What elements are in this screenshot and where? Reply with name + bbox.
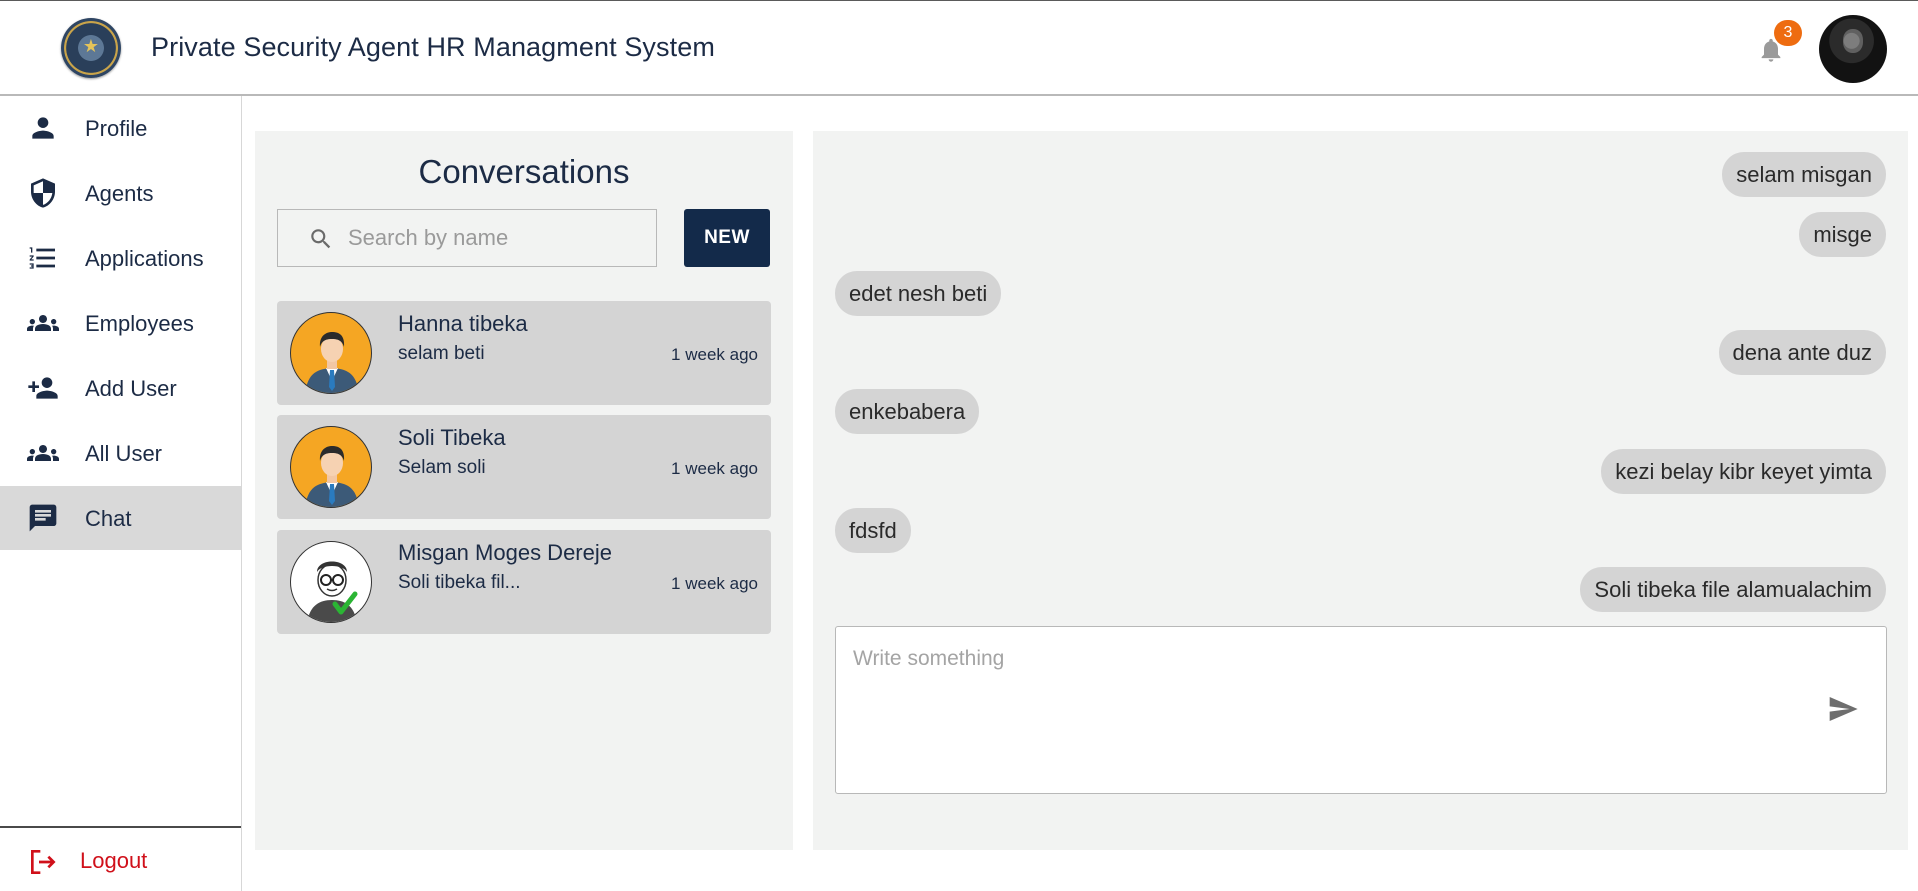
message-time: 1 week ago — [671, 345, 758, 364]
sidebar: Profile Agents Applications Employees Ad… — [0, 96, 242, 891]
sidebar-item-agents[interactable]: Agents — [0, 161, 241, 225]
user-avatar[interactable] — [1819, 15, 1887, 83]
sidebar-divider — [0, 826, 241, 828]
contact-name: Hanna tibeka — [398, 311, 528, 336]
send-icon[interactable] — [1826, 693, 1860, 725]
conversation-item[interactable]: Hanna tibeka selam beti 1 week ago — [277, 301, 771, 405]
sidebar-item-label: Applications — [85, 246, 204, 271]
contact-name: Misgan Moges Dereje — [398, 540, 612, 565]
sidebar-item-label: Profile — [85, 116, 148, 141]
conversations-panel: Conversations NEW Hanna tibeka selam bet… — [255, 131, 793, 850]
sidebar-item-label: Chat — [85, 506, 132, 531]
last-message: Selam soli — [398, 457, 486, 478]
contact-name: Soli Tibeka — [398, 425, 506, 450]
contact-avatar — [290, 541, 372, 623]
sidebar-item-label: All User — [85, 441, 163, 466]
sidebar-item-applications[interactable]: Applications — [0, 226, 241, 290]
verified-user-avatar-icon — [307, 561, 358, 622]
person-add-icon — [28, 377, 58, 399]
notification-badge: 3 — [1774, 20, 1802, 46]
group-icon — [27, 445, 59, 461]
app-title: Private Security Agent HR Managment Syst… — [151, 32, 715, 62]
message-composer — [835, 626, 1887, 794]
last-message: Soli tibeka fil... — [398, 572, 521, 593]
sidebar-item-all-user[interactable]: All User — [0, 421, 241, 485]
top-header: ★ Private Security Agent HR Managment Sy… — [0, 0, 1918, 96]
person-icon — [32, 117, 54, 139]
list-icon — [29, 247, 55, 269]
sidebar-item-add-user[interactable]: Add User — [0, 356, 241, 420]
businessman-avatar-icon — [305, 446, 359, 507]
logout-icon — [31, 850, 56, 874]
conversation-item[interactable]: Soli Tibeka Selam soli 1 week ago — [277, 415, 771, 519]
new-conversation-button[interactable]: NEW — [684, 209, 770, 267]
shield-icon — [31, 178, 55, 208]
message-bubble-incoming: fdsfd — [835, 508, 911, 553]
search-box — [277, 209, 657, 267]
message-time: 1 week ago — [671, 459, 758, 478]
chat-icon — [29, 504, 57, 532]
message-bubble-incoming: enkebabera — [835, 389, 980, 434]
agency-logo: ★ — [61, 18, 121, 78]
sidebar-item-label: Add User — [85, 376, 177, 401]
message-bubble-outgoing: kezi belay kibr keyet yimta — [1601, 449, 1886, 494]
message-input[interactable] — [853, 647, 1753, 767]
message-bubble-outgoing: Soli tibeka file alamualachim — [1580, 567, 1886, 612]
conversation-item[interactable]: Misgan Moges Dereje Soli tibeka fil... 1… — [277, 530, 771, 634]
message-time: 1 week ago — [671, 574, 758, 593]
sidebar-item-profile[interactable]: Profile — [0, 96, 241, 160]
last-message: selam beti — [398, 343, 485, 364]
search-input[interactable] — [348, 224, 638, 252]
businessman-avatar-icon — [305, 332, 359, 393]
logout-button[interactable]: Logout — [0, 838, 241, 888]
conversations-title: Conversations — [418, 153, 630, 190]
contact-avatar — [290, 426, 372, 508]
message-bubble-incoming: edet nesh beti — [835, 271, 1002, 316]
group-icon — [27, 315, 59, 331]
sidebar-item-label: Agents — [85, 181, 154, 206]
message-bubble-outgoing: dena ante duz — [1718, 330, 1886, 375]
search-icon — [311, 229, 331, 249]
contact-avatar — [290, 312, 372, 394]
sidebar-item-chat[interactable]: Chat — [0, 486, 241, 550]
sidebar-item-label: Employees — [85, 311, 194, 336]
logout-label: Logout — [80, 848, 148, 873]
sidebar-item-employees[interactable]: Employees — [0, 291, 241, 355]
message-bubble-outgoing: misge — [1799, 212, 1886, 257]
chat-panel: selam misgan misge edet nesh beti dena a… — [813, 131, 1908, 850]
message-bubble-outgoing: selam misgan — [1722, 152, 1886, 197]
